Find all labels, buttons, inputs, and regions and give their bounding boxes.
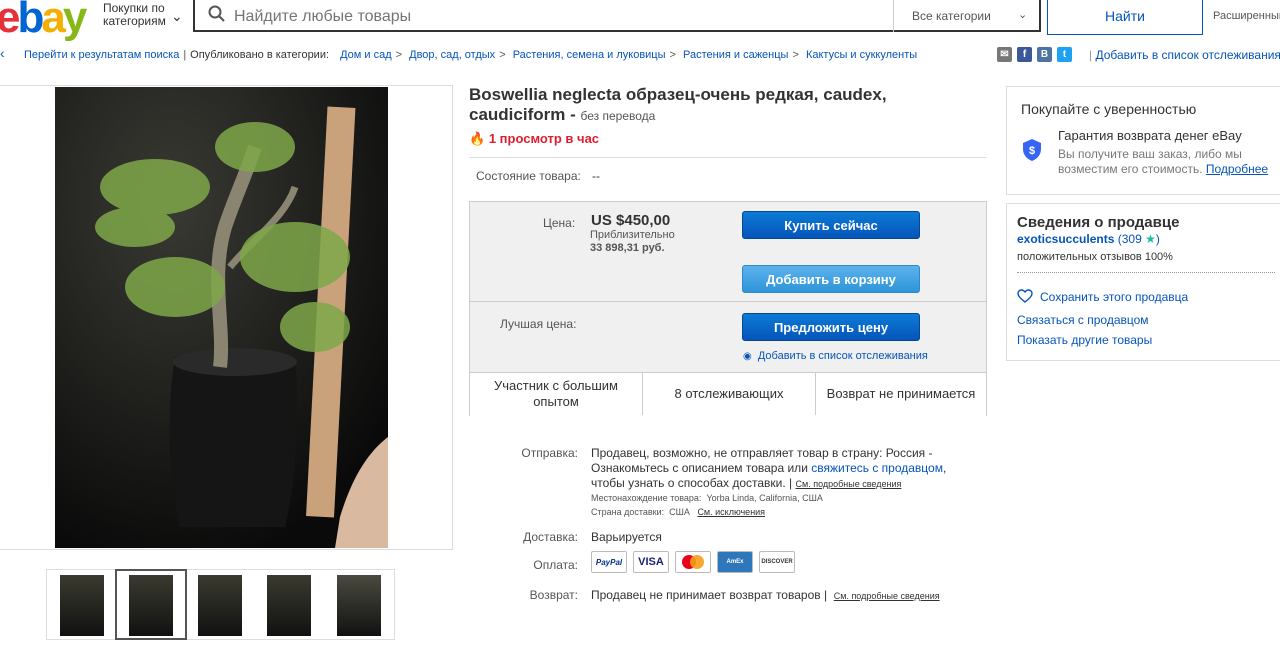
best-offer-label: Лучшая цена: — [500, 317, 577, 331]
title-note: без перевода — [580, 109, 656, 123]
buy-now-button[interactable]: Купить сейчас — [742, 211, 920, 239]
other-items-link[interactable]: Показать другие товары — [1017, 333, 1152, 347]
delivery-label: Доставка: — [523, 530, 578, 544]
vk-icon[interactable]: B — [1037, 47, 1052, 62]
mastercard-icon — [675, 551, 711, 573]
add-to-watchlist-button[interactable]: ◉ Добавить в список отслеживания — [743, 350, 928, 362]
divider — [893, 0, 894, 32]
money-back-title: Гарантия возврата денег eBay — [1058, 128, 1242, 143]
shipping-text: Продавец, возможно, не отправляет товар … — [591, 446, 947, 490]
breadcrumb-item[interactable]: Кактусы и суккуленты — [806, 49, 917, 61]
facebook-icon[interactable]: f — [1017, 47, 1032, 62]
delivery-value: Варьируется — [591, 530, 662, 544]
fire-icon: 🔥 — [469, 131, 486, 146]
exclusions-link[interactable]: См. исключения — [697, 507, 765, 517]
seller-experience-cell: Участник с большим опытом — [494, 378, 618, 409]
amex-icon: AmEx — [717, 551, 753, 573]
returns-label: Возврат: — [529, 588, 578, 602]
condition-value: -- — [592, 169, 600, 183]
contact-seller-link[interactable]: Связаться с продавцом — [1017, 313, 1149, 327]
shipping-label: Отправка: — [521, 446, 578, 460]
back-chevron-icon[interactable]: ‹ — [0, 45, 5, 61]
more-link[interactable]: Подробнее — [1206, 162, 1268, 176]
thumbnail[interactable] — [198, 575, 242, 636]
payment-label: Оплата: — [533, 558, 578, 572]
thumbnail[interactable] — [267, 575, 311, 636]
advanced-search-link[interactable]: Расширенный — [1213, 10, 1280, 22]
category-select[interactable]: Все категории — [912, 9, 991, 23]
shield-icon: $ — [1023, 139, 1041, 161]
seller-name-link[interactable]: exoticsucculents — [1017, 232, 1114, 246]
returns-cell: Возврат не принимается — [826, 386, 976, 401]
ship-to: Страна доставки: США См. исключения — [591, 507, 766, 517]
email-icon[interactable]: ✉ — [997, 47, 1012, 62]
watch-top-wrap: | Добавить в список отслеживания — [1089, 48, 1280, 62]
heart-icon[interactable] — [1017, 289, 1033, 303]
divider — [1017, 272, 1275, 273]
twitter-icon[interactable]: t — [1057, 47, 1072, 62]
svg-text:$: $ — [1029, 145, 1035, 157]
price: US $450,00 — [591, 212, 671, 229]
share-icons: ✉ f B t — [997, 47, 1072, 62]
seller-name-row: exoticsucculents (309 ★) — [1017, 232, 1160, 246]
published-in-label: Опубликовано в категории: — [190, 49, 330, 61]
thumbnail[interactable] — [60, 575, 104, 636]
eye-icon: ◉ — [743, 351, 752, 362]
money-back-desc: Вы получите ваш заказ, либо мы возместим… — [1058, 147, 1269, 176]
shop-by-category[interactable]: Покупки по категориям — [103, 2, 166, 28]
chevron-down-icon[interactable]: ⌄ — [1018, 8, 1027, 21]
ebay-logo[interactable]: ebay — [0, 0, 87, 40]
add-to-watchlist-link[interactable]: Добавить в список отслеживания — [1095, 48, 1280, 62]
divider — [470, 301, 986, 302]
views-badge: 🔥 1 просмотр в час — [469, 131, 600, 146]
search-icon — [208, 5, 225, 22]
approx-label: Приблизительно — [590, 229, 675, 241]
make-offer-button[interactable]: Предложить цену — [742, 313, 920, 341]
visa-icon: VISA — [633, 551, 669, 573]
search-button[interactable]: Найти — [1047, 0, 1203, 35]
discover-icon: DISCOVER — [759, 551, 795, 573]
back-to-results-link[interactable]: Перейти к результатам поиска — [24, 49, 179, 61]
main-product-image[interactable] — [55, 87, 388, 548]
breadcrumb-item[interactable]: Растения, семена и луковицы — [513, 49, 666, 61]
chevron-down-icon[interactable]: ⌄ — [171, 8, 183, 25]
shipping-details-link[interactable]: См. подробные сведения — [796, 479, 902, 489]
item-location: Местонахождение товара: Yorba Linda, Cal… — [591, 493, 823, 503]
add-to-cart-button[interactable]: Добавить в корзину — [742, 265, 920, 293]
returns-details-link[interactable]: См. подробные сведения — [834, 591, 940, 601]
search-input[interactable] — [232, 0, 886, 34]
contact-seller-link[interactable]: свяжитесь с продавцом — [811, 461, 943, 475]
breadcrumb-item[interactable]: Растения и саженцы — [683, 49, 788, 61]
thumbnail-selected-frame — [115, 569, 187, 640]
price-label: Цена: — [543, 216, 576, 230]
thumbnail[interactable] — [337, 575, 381, 636]
save-seller-link[interactable]: Сохранить этого продавца — [1040, 290, 1188, 304]
returns-value: Продавец не принимает возврат товаров | … — [591, 588, 940, 602]
approx-price: 33 898,31 руб. — [590, 242, 665, 254]
paypal-icon: PayPal — [591, 551, 627, 573]
positive-feedback: положительных отзывов 100% — [1017, 251, 1173, 263]
watchers-cell: 8 отслеживающих — [674, 386, 784, 401]
breadcrumb-item[interactable]: Дом и сад — [340, 49, 392, 61]
feedback-score-link[interactable]: (309 — [1118, 232, 1142, 246]
seller-title: Сведения о продавце — [1017, 214, 1180, 231]
item-title: Boswellia neglecta образец-очень редкая,… — [469, 85, 887, 124]
breadcrumb-item[interactable]: Двор, сад, отдых — [409, 49, 495, 61]
star-icon: ★ — [1145, 232, 1156, 246]
divider — [469, 157, 987, 158]
confidence-title: Покупайте с уверенностью — [1021, 101, 1197, 117]
condition-label: Состояние товара: — [476, 169, 581, 183]
payment-icons: PayPal VISA AmEx DISCOVER — [591, 551, 795, 573]
breadcrumb: Перейти к результатам поиска | Опубликован… — [24, 49, 918, 61]
